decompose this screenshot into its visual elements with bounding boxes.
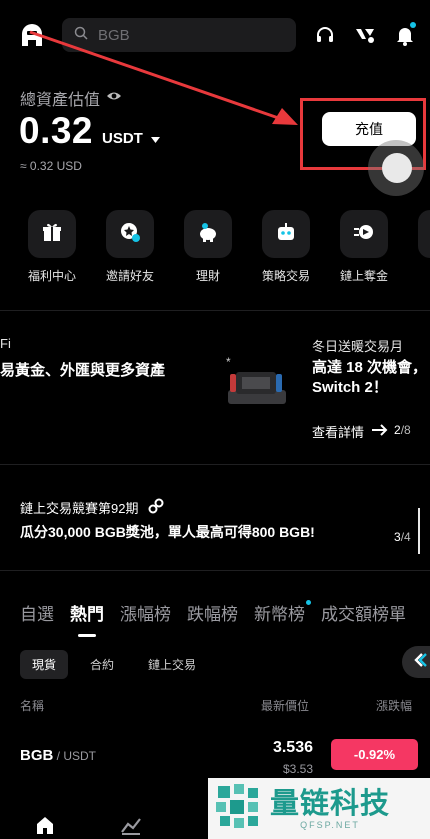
gift-icon [40, 220, 64, 249]
column-name: 名稱 [20, 699, 45, 713]
market-tabs: 自選 熱門 漲幅榜 跌幅榜 新幣榜 成交額榜單 [20, 600, 422, 637]
divider [0, 464, 430, 465]
total-assets-label: 總資產估值 [20, 86, 122, 110]
shortcut-earn[interactable]: 理財 [174, 210, 242, 284]
column-change: 漲跌幅 [376, 699, 413, 713]
rocket-coin-icon [352, 220, 376, 249]
arrow-right-icon [372, 424, 388, 439]
sub-tabs: 現貨 合約 鏈上交易 [20, 650, 218, 679]
promo-left-line1: Fi [0, 336, 11, 351]
row-change-badge[interactable]: -0.92% [331, 739, 418, 770]
promo-right-headline[interactable]: 高達 18 次機會， Switch 2！ [312, 358, 430, 398]
promo-right-line1: 冬日送暖交易月 [312, 339, 404, 354]
new-indicator-dot [306, 600, 311, 605]
carousel-progress-bar [418, 508, 420, 554]
tab-new-listings[interactable]: 新幣榜 [254, 600, 311, 625]
tab-gainers[interactable]: 漲幅榜 [120, 600, 171, 625]
eye-icon[interactable] [106, 89, 122, 107]
row-price: 3.536 [272, 739, 313, 756]
competition-body[interactable]: 瓜分30,000 BGB獎池，單人最高可得800 BGB! [20, 522, 315, 542]
competition-page-indicator: 3/4 [394, 530, 411, 544]
shortcut-rewards-center[interactable]: 福利中心 [18, 210, 86, 284]
column-price: 最新價位 [261, 699, 310, 713]
watermark: 量链科技 QFSP.NET [208, 778, 430, 839]
touch-point [382, 153, 412, 183]
promo-left-line2[interactable]: 易黃金、外匯與更多資產 [0, 359, 165, 380]
expand-panel-button[interactable] [402, 646, 430, 678]
promo-console-image[interactable]: * [222, 350, 290, 418]
invite-icon [118, 220, 142, 249]
row-price-usd: $3.53 [282, 762, 313, 776]
shortcut-more-partial[interactable] [408, 210, 430, 258]
tab-favorites[interactable]: 自選 [20, 600, 54, 625]
promo-details-link[interactable]: 查看詳情 [312, 422, 388, 441]
shortcut-invite-friends[interactable]: 邀請好友 [96, 210, 164, 284]
svg-text:*: * [226, 355, 231, 369]
subtab-futures[interactable]: 合約 [78, 650, 126, 679]
tab-hot[interactable]: 熱門 [70, 600, 104, 637]
watermark-title: 量链科技 [270, 787, 391, 820]
competition-title[interactable]: 鏈上交易競賽第92期 [20, 498, 164, 517]
usd-equivalent: ≈ 0.32 USD [20, 159, 82, 173]
divider [0, 570, 430, 571]
chevron-left-icon [413, 652, 427, 673]
caret-down-icon [150, 130, 160, 147]
link-icon [148, 498, 164, 517]
promo-page-indicator: 2/8 [394, 423, 411, 437]
watermark-logo-icon [214, 782, 262, 835]
total-assets-value: 0.32 [19, 110, 94, 151]
subtab-onchain[interactable]: 鏈上交易 [136, 650, 208, 679]
divider [0, 310, 430, 311]
tab-volume[interactable]: 成交額榜單 [321, 600, 406, 625]
currency-selector[interactable]: USDT [102, 130, 160, 147]
watermark-domain: QFSP.NET [300, 819, 360, 830]
shortcut-onchain-gold[interactable]: 鏈上奪金 [330, 210, 398, 284]
subtab-spot[interactable]: 現貨 [20, 650, 69, 679]
tab-losers[interactable]: 跌幅榜 [187, 600, 238, 625]
home-icon[interactable] [34, 814, 56, 836]
robot-icon [274, 220, 298, 249]
shortcut-strategy-trading[interactable]: 策略交易 [252, 210, 320, 284]
piggy-bank-icon [196, 220, 220, 249]
table-row-pair[interactable]: BGB / USDT [20, 747, 96, 764]
markets-icon[interactable] [120, 814, 142, 836]
